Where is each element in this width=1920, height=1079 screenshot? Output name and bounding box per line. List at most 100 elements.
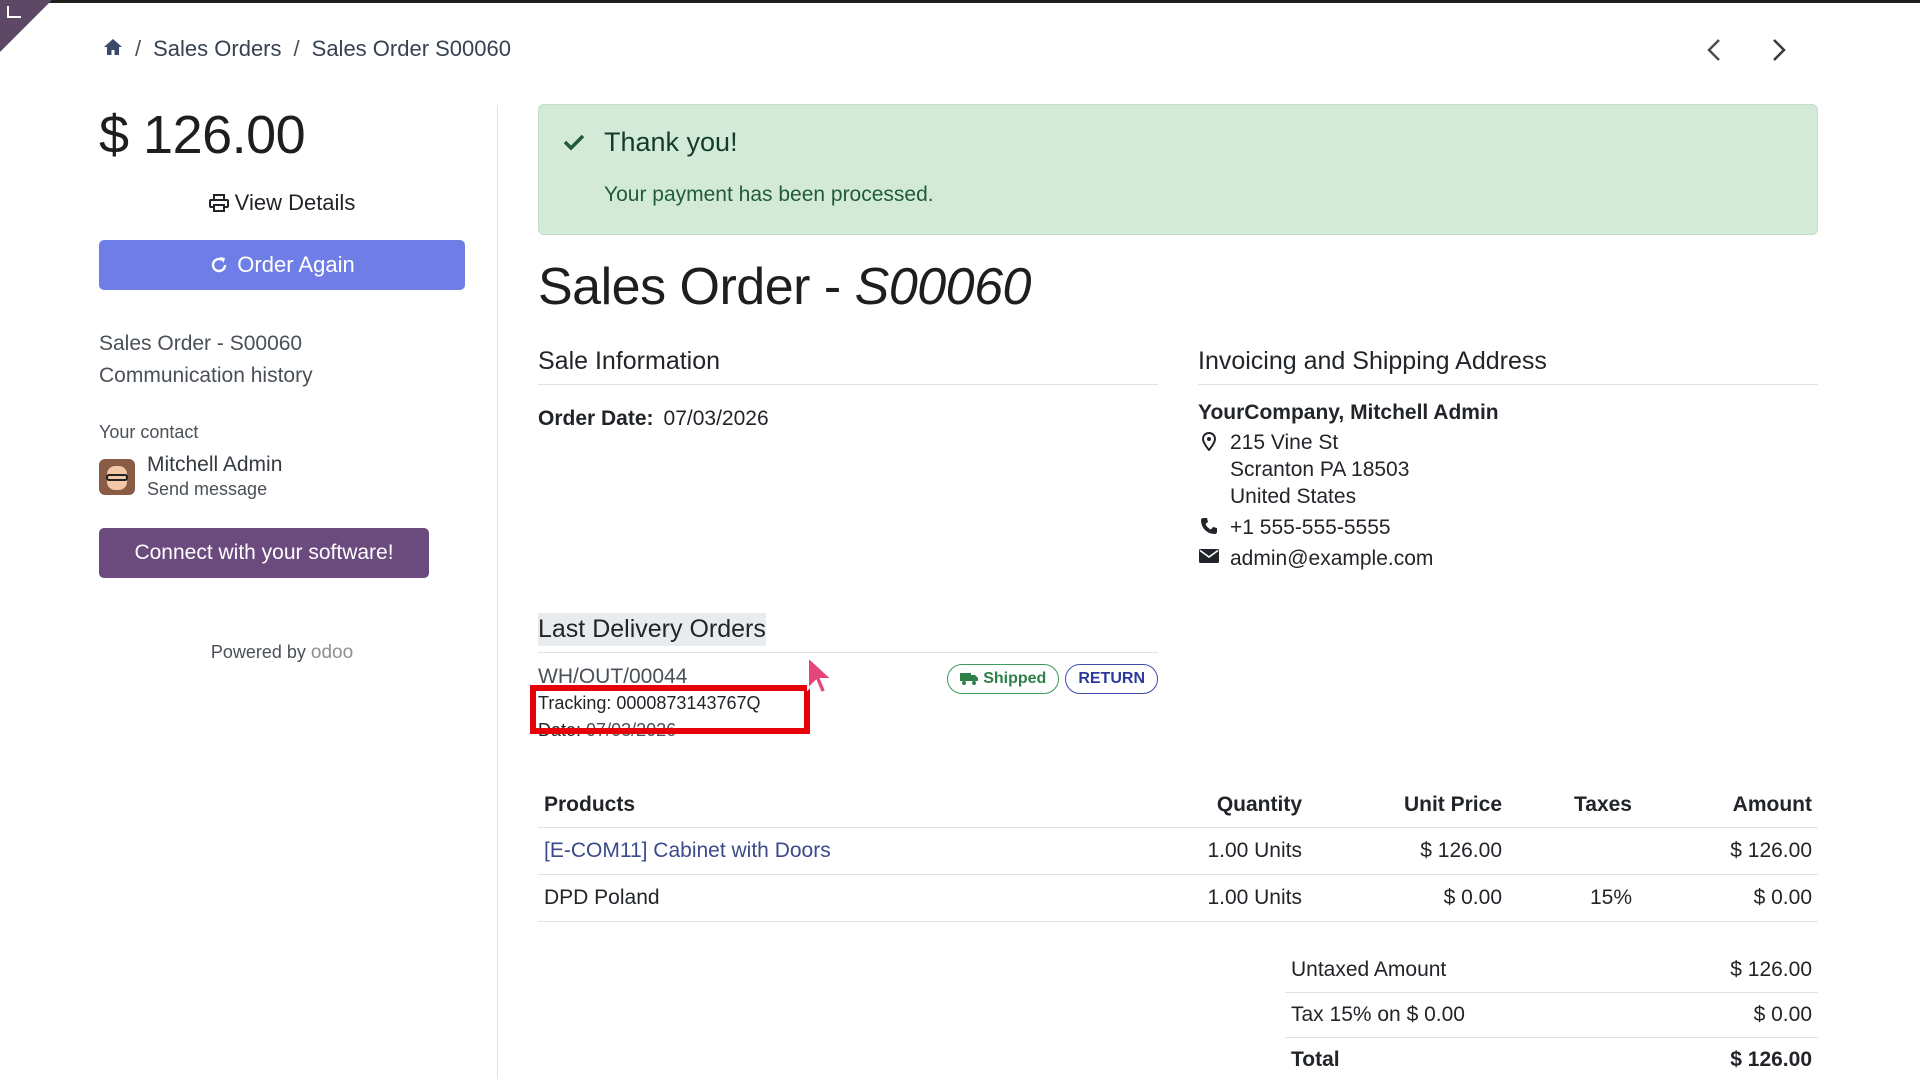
contact-label: Your contact [99,422,199,442]
col-quantity: Quantity [1148,785,1308,828]
next-record-button[interactable] [1763,34,1793,66]
top-border [0,0,1920,3]
delivery-heading: Last Delivery Orders [538,613,766,646]
check-icon [563,134,585,151]
order-lines-table: Products Quantity Unit Price Taxes Amoun… [538,785,1818,922]
previous-record-button[interactable] [1700,34,1730,66]
table-row: [E-COM11] Cabinet with Doors 1.00 Units … [538,827,1818,875]
product-name: DPD Poland [538,874,1148,922]
contact-card: Mitchell Admin Send message [99,453,465,500]
sidebar-link-history[interactable]: Communication history [99,360,465,392]
breadcrumb: / Sales Orders / Sales Order S00060 [103,36,511,62]
envelope-icon [1198,545,1220,572]
order-total-amount: $ 126.00 [99,105,306,165]
sale-info-heading: Sale Information [538,347,1158,385]
return-button[interactable]: RETURN [1065,664,1158,694]
sidebar-link-order[interactable]: Sales Order - S00060 [99,328,465,360]
alert-message: Your payment has been processed. [604,183,934,206]
address-email: admin@example.com [1198,545,1818,572]
powered-by-label: Powered by [210,642,306,662]
contact-name: Mitchell Admin [147,453,283,476]
corner-menu-toggle[interactable] [0,0,52,52]
powered-by: Powered by odoo [99,642,465,664]
sidebar-divider [497,105,498,1079]
tax-label: Tax 15% on $ 0.00 [1285,992,1640,1038]
status-badge: Shipped [947,664,1060,694]
phone-value: +1 555-555-5555 [1230,516,1391,539]
product-quantity: 1.00 Units [1148,827,1308,875]
chevron-right-icon [1773,39,1786,61]
sidebar: $ 126.00 View Details Order Again Sales … [99,100,465,664]
mouse-cursor-icon [807,655,835,695]
sale-information: Sale Information Order Date: 07/03/2026 [538,347,1158,431]
send-message-link[interactable]: Send message [147,479,282,500]
breadcrumb-separator: / [135,36,142,61]
order-again-label: Order Again [237,252,355,277]
status-badge-label: Shipped [983,670,1047,687]
phone-icon [1198,514,1220,541]
odoo-logo[interactable]: odoo [311,642,353,663]
order-again-button[interactable]: Order Again [99,240,465,290]
breadcrumb-separator: / [293,36,300,61]
col-unit-price: Unit Price [1308,785,1508,828]
product-name[interactable]: [E-COM11] Cabinet with Doors [538,827,1148,875]
order-date: Order Date: 07/03/2026 [538,407,1158,431]
alert-title: Thank you! [604,127,738,157]
page-title-number: S00060 [854,258,1032,316]
product-amount: $ 126.00 [1638,827,1818,875]
home-icon[interactable] [103,36,123,62]
info-columns: Sale Information Order Date: 07/03/2026 I… [538,347,1818,607]
table-row: DPD Poland 1.00 Units $ 0.00 15% $ 0.00 [538,874,1818,922]
payment-success-alert: Thank you! Your payment has been process… [538,104,1818,235]
delivery-rule [538,652,1158,653]
address-location: 215 Vine St Scranton PA 18503 United Sta… [1198,429,1818,510]
avatar [99,458,135,495]
page-title: Sales Order - S00060 [538,257,1818,317]
address-phone: +1 555-555-5555 [1198,514,1818,541]
totals-table: Untaxed Amount $ 126.00 Tax 15% on $ 0.0… [1285,948,1818,1079]
main-content: Thank you! Your payment has been process… [538,104,1818,607]
delivery-badges: Shipped RETURN [947,664,1158,694]
order-date-label: Order Date: [538,407,654,430]
address-name: YourCompany, Mitchell Admin [1198,401,1499,424]
view-details-label: View Details [234,190,356,215]
address-city: Scranton PA 18503 [1230,458,1410,481]
product-amount: $ 0.00 [1638,874,1818,922]
product-unit-price: $ 126.00 [1308,827,1508,875]
product-quantity: 1.00 Units [1148,874,1308,922]
order-date-value: 07/03/2026 [663,407,769,430]
corner-icon [7,6,21,18]
sidebar-links: Sales Order - S00060 Communication histo… [99,328,465,392]
breadcrumb-current: Sales Order S00060 [311,36,511,61]
product-taxes [1508,827,1638,875]
col-products: Products [538,785,1148,828]
table-header-row: Products Quantity Unit Price Taxes Amoun… [538,785,1818,828]
address-street: 215 Vine St [1230,431,1339,454]
untaxed-row: Untaxed Amount $ 126.00 [1285,948,1818,993]
map-marker-icon [1198,429,1220,510]
product-unit-price: $ 0.00 [1308,874,1508,922]
total-label: Total [1291,1048,1340,1071]
total-value: $ 126.00 [1730,1048,1812,1071]
untaxed-value: $ 126.00 [1639,948,1818,993]
untaxed-label: Untaxed Amount [1285,948,1640,993]
tax-row: Tax 15% on $ 0.00 $ 0.00 [1285,992,1818,1038]
address-section: Invoicing and Shipping Address YourCompa… [1198,347,1818,572]
col-amount: Amount [1638,785,1818,828]
print-icon [208,194,229,212]
portal-page: / Sales Orders / Sales Order S00060 $ 12… [0,0,1920,1079]
product-taxes: 15% [1508,874,1638,922]
address-country: United States [1230,485,1357,508]
tax-value: $ 0.00 [1639,992,1818,1038]
col-taxes: Taxes [1508,785,1638,828]
tracking-highlight-box [530,685,810,734]
total-row: Total $ 126.00 [1285,1038,1818,1079]
connect-software-button[interactable]: Connect with your software! [99,528,429,578]
view-details-link[interactable]: View Details [99,190,465,216]
breadcrumb-sales-orders[interactable]: Sales Orders [153,36,281,62]
chevron-left-icon [1707,39,1720,61]
email-value[interactable]: admin@example.com [1230,545,1433,572]
address-heading: Invoicing and Shipping Address [1198,347,1818,385]
refresh-icon [212,257,227,273]
page-title-prefix: Sales Order - [538,258,855,316]
